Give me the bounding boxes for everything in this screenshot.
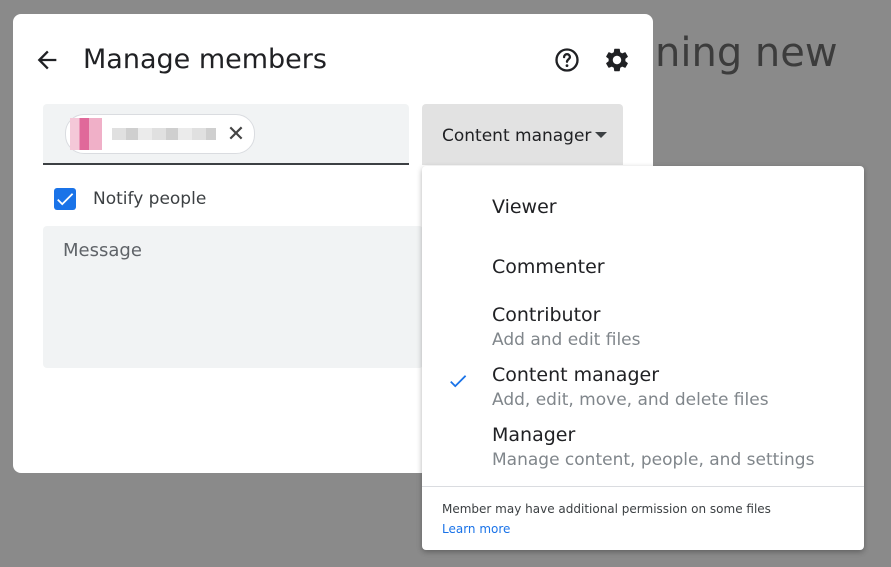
menu-item-viewer[interactable]: Viewer bbox=[422, 194, 864, 234]
caret-down-icon bbox=[595, 132, 607, 138]
learn-more-link[interactable]: Learn more bbox=[442, 522, 510, 536]
message-placeholder: Message bbox=[63, 240, 142, 261]
menu-item-commenter[interactable]: Commenter bbox=[422, 254, 864, 294]
notify-people-checkbox[interactable] bbox=[54, 188, 76, 210]
menu-item-label: Commenter bbox=[492, 256, 605, 278]
notify-people-label: Notify people bbox=[93, 189, 207, 209]
member-chip[interactable]: ✕ bbox=[65, 114, 255, 154]
menu-item-content-manager[interactable]: Content manager Add, edit, move, and del… bbox=[422, 362, 864, 418]
menu-item-label: Content manager bbox=[492, 364, 660, 386]
back-button[interactable] bbox=[33, 46, 61, 74]
menu-divider bbox=[422, 486, 864, 487]
menu-item-description: Add and edit files bbox=[492, 330, 641, 350]
arrow-back-icon bbox=[37, 50, 57, 70]
menu-item-contributor[interactable]: Contributor Add and edit files bbox=[422, 302, 864, 358]
check-icon bbox=[450, 375, 467, 388]
permission-note: Member may have additional permission on… bbox=[442, 502, 771, 516]
menu-item-description: Manage content, people, and settings bbox=[492, 450, 815, 470]
checkmark-icon bbox=[57, 193, 74, 206]
message-field[interactable]: Message bbox=[43, 226, 423, 368]
help-button[interactable] bbox=[553, 46, 581, 74]
menu-item-label: Viewer bbox=[492, 196, 557, 218]
background-heading-fragment: ning new bbox=[655, 30, 838, 76]
close-icon: ✕ bbox=[226, 121, 246, 146]
dialog-title: Manage members bbox=[83, 44, 327, 75]
role-dropdown-value: Content manager bbox=[442, 126, 592, 146]
menu-item-description: Add, edit, move, and delete files bbox=[492, 390, 769, 410]
role-dropdown[interactable]: Content manager bbox=[422, 104, 623, 165]
menu-item-label: Contributor bbox=[492, 304, 601, 326]
gear-icon bbox=[606, 48, 628, 72]
settings-button[interactable] bbox=[603, 46, 631, 74]
add-people-field[interactable]: ✕ bbox=[43, 104, 409, 165]
help-circle-icon bbox=[555, 48, 579, 72]
member-name-redacted bbox=[112, 128, 216, 140]
avatar bbox=[70, 118, 102, 150]
menu-item-manager[interactable]: Manager Manage content, people, and sett… bbox=[422, 422, 864, 478]
menu-item-label: Manager bbox=[492, 424, 576, 446]
remove-member-button[interactable]: ✕ bbox=[223, 121, 249, 147]
role-menu: Viewer Commenter Contributor Add and edi… bbox=[422, 166, 864, 550]
